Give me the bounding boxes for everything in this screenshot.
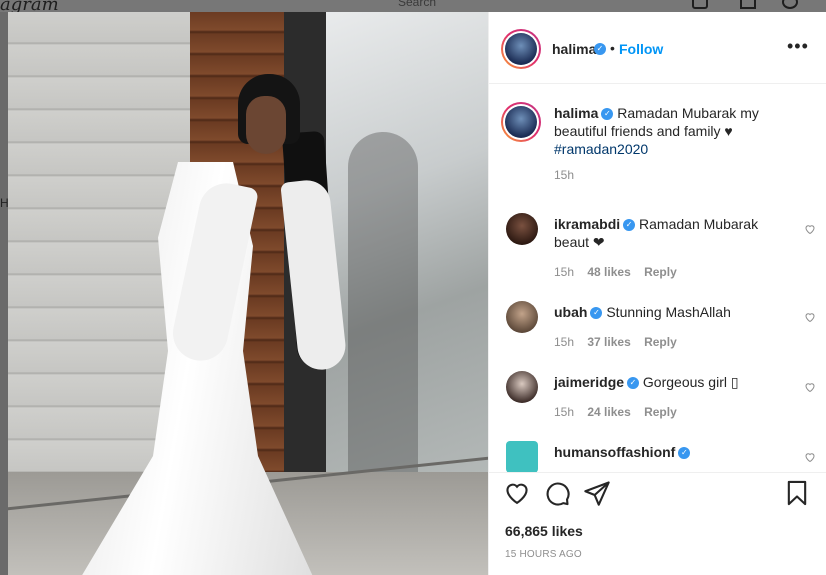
commenter-avatar[interactable] (506, 301, 538, 333)
comment-like-heart-icon[interactable] (804, 381, 816, 393)
comment-username[interactable]: jaimeridge (554, 374, 624, 390)
verified-badge-icon: ✓ (623, 219, 636, 232)
comment-icon[interactable] (543, 479, 571, 507)
post-actions: 66,865 likes 15 HOURS AGO (489, 472, 826, 575)
background-side-strip (0, 12, 8, 575)
verified-badge-icon: ✓ (601, 108, 614, 121)
author-username[interactable]: halima (552, 41, 596, 57)
reply-button[interactable]: Reply (644, 265, 677, 279)
comment-item: ikramabdi ✓ Ramadan Mubarak beaut ❤ 15h 4… (506, 213, 816, 283)
photo-reflection (348, 132, 418, 482)
verified-badge-icon: ✓ (590, 307, 603, 320)
comment-username[interactable]: ubah (554, 304, 587, 320)
comment-likes[interactable]: 37 likes (587, 335, 630, 349)
author-avatar[interactable] (505, 33, 537, 65)
direct-icon (740, 0, 756, 9)
comment-text: ikramabdi ✓ Ramadan Mubarak beaut ❤ (554, 215, 769, 251)
comment-body: Stunning MashAllah (606, 304, 731, 320)
comment-text: jaimeridge ✓ Gorgeous girl ▯ (554, 373, 769, 391)
verified-badge-icon: ✓ (678, 447, 691, 460)
reply-button[interactable]: Reply (644, 335, 677, 349)
caption-username[interactable]: halima (554, 105, 598, 121)
follow-button[interactable]: Follow (619, 41, 663, 57)
comment-like-heart-icon[interactable] (804, 223, 816, 235)
comment-item: humansoffashionf ✓ (506, 441, 816, 472)
caption-text: halima ✓ Ramadan Mubarak my beautiful fri… (554, 104, 769, 158)
comment-meta: 15h 24 likes Reply (554, 405, 687, 419)
verified-badge-icon: ✓ (594, 43, 606, 55)
post-modal: halima ✓ • Follow ••• halima ✓ Ramadan Mu… (8, 12, 826, 575)
caption-meta: 15h (554, 168, 584, 182)
comment-item: ubah ✓ Stunning MashAllah 15h 37 likes Re… (506, 301, 816, 371)
likes-count[interactable]: 66,865 likes (505, 523, 583, 539)
comment-body: Gorgeous girl ▯ (642, 374, 739, 390)
reply-button[interactable]: Reply (644, 405, 677, 419)
comment-username[interactable]: ikramabdi (554, 216, 620, 232)
bookmark-icon[interactable] (783, 479, 811, 507)
share-icon[interactable] (583, 479, 611, 507)
heart-icon[interactable] (503, 479, 531, 507)
verified-badge-icon: ✓ (627, 377, 640, 390)
comment-meta: 15h 37 likes Reply (554, 335, 687, 349)
caption-time[interactable]: 15h (554, 168, 574, 182)
comment-like-heart-icon[interactable] (804, 311, 816, 323)
comment-text: humansoffashionf ✓ (554, 443, 769, 461)
photo-face (246, 96, 286, 154)
post-photo[interactable] (8, 12, 488, 575)
commenter-avatar[interactable] (506, 441, 538, 472)
post-side-panel: halima ✓ • Follow ••• halima ✓ Ramadan Mu… (488, 12, 826, 575)
comment-time[interactable]: 15h (554, 335, 574, 349)
posted-time[interactable]: 15 HOURS AGO (505, 549, 582, 560)
more-options-icon[interactable]: ••• (787, 36, 809, 57)
caption-avatar[interactable] (505, 106, 537, 138)
comment-likes[interactable]: 24 likes (587, 405, 630, 419)
home-icon (692, 0, 708, 9)
post-header: halima ✓ • Follow ••• (489, 12, 826, 84)
commenter-avatar[interactable] (506, 371, 538, 403)
comment-item: jaimeridge ✓ Gorgeous girl ▯ 15h 24 likes… (506, 371, 816, 441)
comment-text: ubah ✓ Stunning MashAllah (554, 303, 769, 321)
caption-hashtag[interactable]: #ramadan2020 (554, 141, 648, 157)
background-search: Search (398, 0, 437, 9)
separator-dot: • (610, 40, 615, 56)
comment-meta: 15h 48 likes Reply (554, 265, 687, 279)
comments-list[interactable]: halima ✓ Ramadan Mubarak my beautiful fri… (489, 85, 826, 472)
comment-username[interactable]: humansoffashionf (554, 444, 675, 460)
commenter-avatar[interactable] (506, 213, 538, 245)
comment-time[interactable]: 15h (554, 265, 574, 279)
comment-time[interactable]: 15h (554, 405, 574, 419)
comment-like-heart-icon[interactable] (804, 451, 816, 463)
comment-likes[interactable]: 48 likes (587, 265, 630, 279)
